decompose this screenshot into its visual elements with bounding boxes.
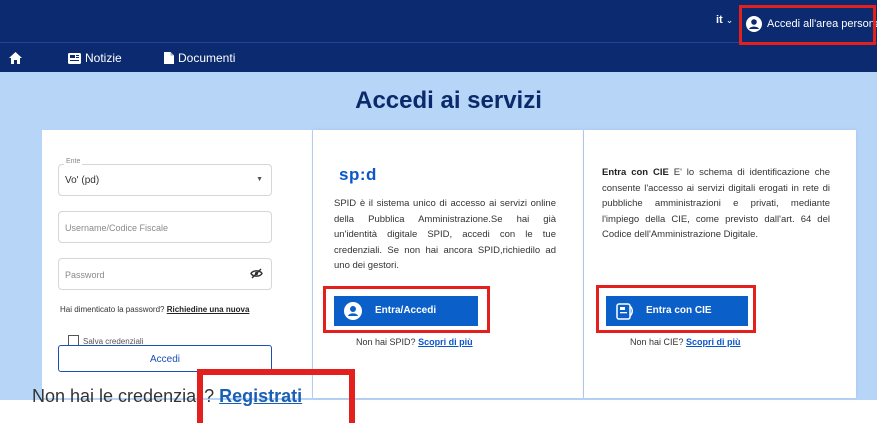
- highlight-box: [323, 286, 490, 333]
- register-highlight-top: [197, 369, 355, 375]
- login-button[interactable]: Accedi: [58, 345, 272, 372]
- main-nav: Notizie Documenti: [0, 42, 877, 72]
- language-selector[interactable]: it ⌄: [716, 14, 733, 26]
- forgot-password: Hai dimenticato la password? Richiedine …: [60, 305, 249, 314]
- nav-label-notizie: Notizie: [85, 51, 122, 65]
- forgot-password-link[interactable]: Richiedine una nuova: [167, 305, 250, 314]
- cie-description: Entra con CIE E' lo schema di identifica…: [602, 165, 830, 243]
- login-card: Ente Vo' (pd) ▼ Username/Codice Fiscale …: [42, 130, 312, 398]
- ente-label: Ente: [64, 158, 83, 165]
- ente-select[interactable]: Ente Vo' (pd) ▼: [58, 158, 272, 196]
- register-link[interactable]: Registrati: [219, 386, 302, 406]
- cie-card: Entra con CIE E' lo schema di identifica…: [584, 130, 856, 398]
- forgot-password-text: Hai dimenticato la password?: [60, 305, 165, 314]
- nav-label-documenti: Documenti: [178, 51, 236, 65]
- chevron-down-icon: ⌄: [725, 15, 734, 25]
- highlight-box: [596, 285, 756, 333]
- spid-card: sp:d SPID è il sistema unico di accesso …: [313, 130, 583, 398]
- username-field[interactable]: Username/Codice Fiscale: [58, 211, 272, 243]
- ente-value: Vo' (pd): [65, 175, 100, 186]
- register-text: Non hai le credenziali?: [32, 386, 215, 406]
- document-icon: [164, 52, 174, 64]
- nav-item-notizie[interactable]: Notizie: [68, 51, 122, 65]
- newspaper-icon: [68, 53, 81, 64]
- cie-no-account-text: Non hai CIE?: [630, 337, 684, 347]
- register-highlight-right: [349, 369, 355, 423]
- password-placeholder: Password: [65, 270, 105, 280]
- home-icon[interactable]: [9, 51, 26, 65]
- spid-description: SPID è il sistema unico di accesso ai se…: [334, 198, 556, 271]
- spid-logo: sp:d: [339, 165, 377, 184]
- password-field[interactable]: Password: [58, 258, 272, 290]
- eye-slash-icon[interactable]: [250, 268, 263, 279]
- spid-learn-more-link[interactable]: Scopri di più: [418, 337, 473, 347]
- register-prompt: Non hai le credenziali? Registrati: [32, 386, 302, 407]
- language-label: it: [716, 14, 723, 26]
- username-placeholder: Username/Codice Fiscale: [65, 223, 169, 233]
- cie-info: Non hai CIE? Scopri di più: [630, 337, 741, 347]
- cie-learn-more-link[interactable]: Scopri di più: [686, 337, 741, 347]
- nav-item-documenti[interactable]: Documenti: [164, 51, 235, 65]
- page-title: Accedi ai servizi: [355, 87, 542, 114]
- register-highlight-left: [197, 369, 203, 423]
- highlight-box: [739, 5, 876, 45]
- cie-title: Entra con CIE: [602, 167, 669, 178]
- caret-down-icon: ▼: [256, 176, 263, 183]
- spid-info: Non hai SPID? Scopri di più: [356, 337, 473, 347]
- spid-no-account-text: Non hai SPID?: [356, 337, 416, 347]
